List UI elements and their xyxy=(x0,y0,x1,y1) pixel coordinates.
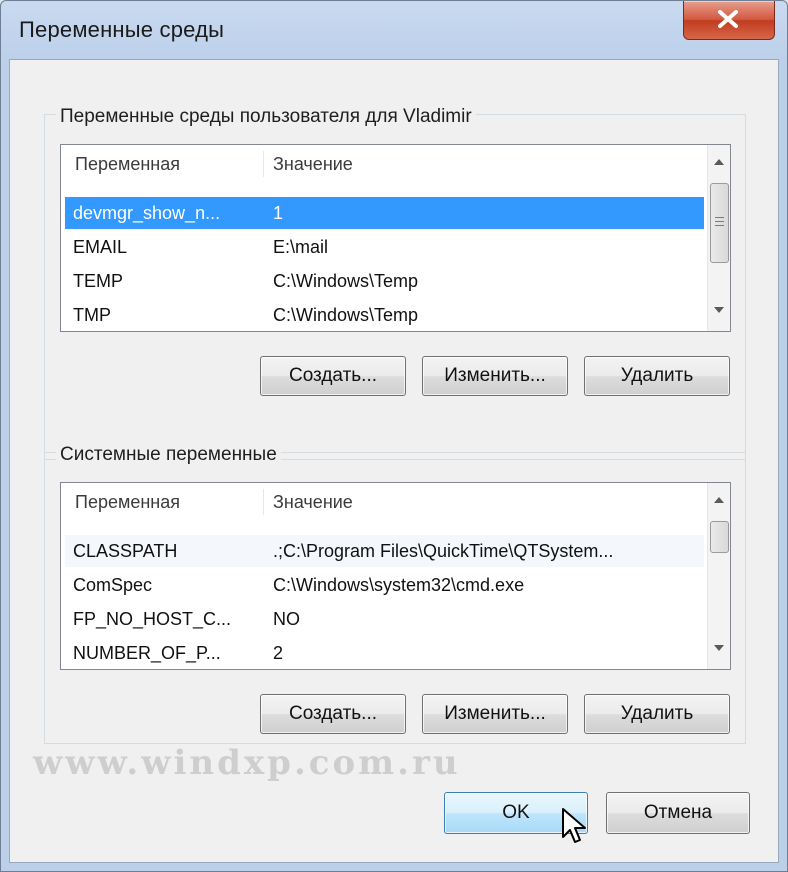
variable-value: C:\Windows\Temp xyxy=(273,271,419,291)
user-create-button[interactable]: Создать... xyxy=(260,356,406,396)
user-variables-list[interactable]: Переменная Значение devmgr_show_n... 1 E… xyxy=(60,144,731,332)
list-row[interactable]: TMP C:\Windows\Temp xyxy=(65,299,704,331)
column-header-variable[interactable]: Переменная xyxy=(75,483,180,521)
column-divider[interactable] xyxy=(263,151,264,177)
window-title: Переменные среды xyxy=(19,17,225,42)
cancel-button[interactable]: Отмена xyxy=(606,792,750,834)
variable-name: CLASSPATH xyxy=(73,541,178,561)
watermark: www.windxp.com.ru xyxy=(33,743,461,783)
scroll-up-arrow-icon[interactable] xyxy=(708,489,730,511)
column-header-variable[interactable]: Переменная xyxy=(75,145,180,183)
scroll-down-arrow-icon[interactable] xyxy=(708,637,730,659)
list-row[interactable]: ComSpec C:\Windows\system32\cmd.exe xyxy=(65,569,704,601)
list-row[interactable]: devmgr_show_n... 1 xyxy=(65,197,704,229)
system-variables-list[interactable]: Переменная Значение CLASSPATH .;C:\Progr… xyxy=(60,482,731,670)
variable-name: ComSpec xyxy=(73,575,153,595)
variable-name: FP_NO_HOST_C... xyxy=(73,609,232,629)
column-header-value[interactable]: Значение xyxy=(273,145,353,183)
close-button[interactable] xyxy=(683,1,775,40)
system-create-button[interactable]: Создать... xyxy=(260,694,406,734)
system-variables-label: Системные переменные xyxy=(56,444,281,466)
variable-name: TEMP xyxy=(73,271,124,291)
list-row[interactable]: CLASSPATH .;C:\Program Files\QuickTime\Q… xyxy=(65,535,704,567)
list-header: Переменная Значение xyxy=(61,145,708,183)
title-bar[interactable]: Переменные среды xyxy=(1,1,787,59)
system-delete-button[interactable]: Удалить xyxy=(584,694,730,734)
variable-name: EMAIL xyxy=(73,237,128,257)
variable-value: .;C:\Program Files\QuickTime\QTSystem... xyxy=(273,541,614,561)
variable-name: NUMBER_OF_P... xyxy=(73,643,221,663)
scroll-up-arrow-icon[interactable] xyxy=(708,151,730,173)
variable-value: C:\Windows\system32\cmd.exe xyxy=(273,575,525,595)
variable-value: 2 xyxy=(273,643,284,663)
user-delete-button[interactable]: Удалить xyxy=(584,356,730,396)
user-edit-button[interactable]: Изменить... xyxy=(422,356,568,396)
mouse-cursor-icon xyxy=(562,808,586,843)
variable-name: TMP xyxy=(73,305,111,325)
column-header-value[interactable]: Значение xyxy=(273,483,353,521)
variable-name: devmgr_show_n... xyxy=(73,203,221,223)
close-icon xyxy=(718,10,738,28)
variable-value: 1 xyxy=(273,203,284,223)
list-row[interactable]: NUMBER_OF_P... 2 xyxy=(65,637,704,669)
system-edit-button[interactable]: Изменить... xyxy=(422,694,568,734)
list-header: Переменная Значение xyxy=(61,483,708,521)
list-row[interactable]: EMAIL E:\mail xyxy=(65,231,704,263)
user-variables-label: Переменные среды пользователя для Vladim… xyxy=(56,106,476,128)
variable-value: C:\Windows\Temp xyxy=(273,305,419,325)
environment-variables-dialog: Переменные среды Переменные среды пользо… xyxy=(0,0,788,872)
variable-value: E:\mail xyxy=(273,237,329,257)
scroll-down-arrow-icon[interactable] xyxy=(708,299,730,321)
variable-value: NO xyxy=(273,609,300,629)
vertical-scrollbar[interactable] xyxy=(707,145,730,331)
column-divider[interactable] xyxy=(263,489,264,515)
scroll-thumb[interactable] xyxy=(710,521,729,553)
list-row[interactable]: TEMP C:\Windows\Temp xyxy=(65,265,704,297)
list-row[interactable]: FP_NO_HOST_C... NO xyxy=(65,603,704,635)
scroll-thumb[interactable] xyxy=(710,183,729,263)
vertical-scrollbar[interactable] xyxy=(707,483,730,669)
